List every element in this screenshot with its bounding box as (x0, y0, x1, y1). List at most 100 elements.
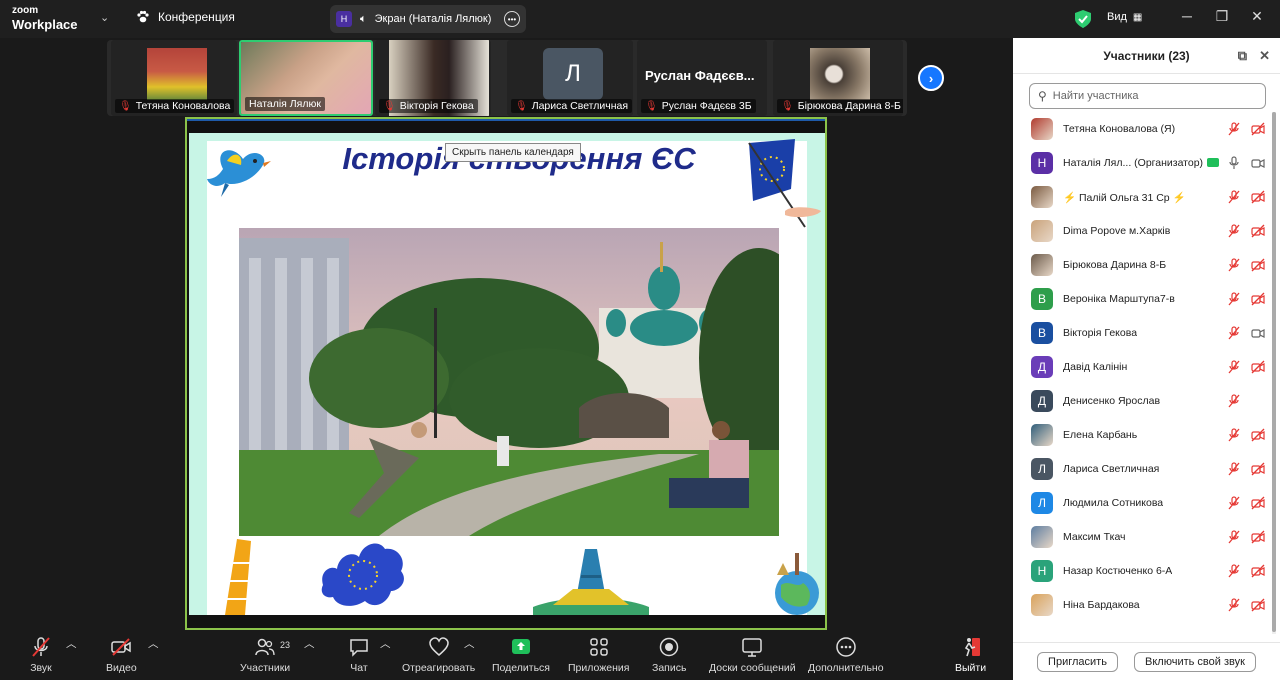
video-icon[interactable] (1251, 326, 1265, 340)
record-button[interactable]: Запись (652, 636, 686, 674)
meeting-info[interactable]: Конференция (136, 10, 235, 24)
video-off-icon[interactable] (1251, 122, 1265, 136)
mic-muted-icon[interactable] (1227, 258, 1241, 272)
participant-row[interactable]: Н Наталія Лял... (Организатор) (1013, 146, 1273, 180)
avatar (1031, 118, 1053, 140)
video-off-icon[interactable] (1251, 564, 1265, 578)
invite-button[interactable]: Пригласить (1037, 651, 1118, 672)
panel-footer: Пригласить Включить свой звук (1013, 642, 1280, 680)
mic-icon[interactable] (1227, 156, 1241, 170)
scrollbar-thumb[interactable] (1272, 112, 1276, 632)
participant-row[interactable]: Бірюкова Дарина 8-Б (1013, 248, 1273, 282)
video-off-icon[interactable] (1251, 428, 1265, 442)
react-label: Отреагировать (402, 662, 476, 674)
participant-row[interactable]: Н Назар Костюченко 6-А (1013, 554, 1273, 588)
participant-row[interactable]: Л Людмила Сотникова (1013, 486, 1273, 520)
mic-muted-icon[interactable] (1227, 122, 1241, 136)
video-tile[interactable]: 🎙︎ Тетяна Коновалова (111, 40, 237, 116)
mic-muted-icon[interactable] (1227, 564, 1241, 578)
video-off-icon[interactable] (1251, 462, 1265, 476)
video-tile-active[interactable]: Наталія Лялюк (239, 40, 373, 116)
audio-button[interactable]: Звук (30, 636, 52, 674)
screen-share-indicator[interactable]: Н 🔈︎ Экран (Наталія Лялюк) ••• (330, 5, 526, 33)
shield-check-icon[interactable] (1075, 10, 1091, 28)
close-icon[interactable]: ✕ (1242, 8, 1272, 25)
tile-name: Руслан Фадєєв 3Б (661, 100, 752, 112)
tile-caption: 🎙︎ Руслан Фадєєв 3Б (641, 99, 756, 113)
video-off-icon[interactable] (1251, 598, 1265, 612)
tile-name: Бірюкова Дарина 8-Б (797, 100, 901, 112)
participant-row[interactable]: В Вікторія Гекова (1013, 316, 1273, 350)
video-icon[interactable] (1251, 156, 1265, 170)
participant-row[interactable]: Д Давід Калінін (1013, 350, 1273, 384)
avatar (1031, 526, 1053, 548)
participant-row[interactable]: В Вероніка Марштупа7-в (1013, 282, 1273, 316)
participant-row[interactable]: Максим Ткач (1013, 520, 1273, 554)
video-tile[interactable]: Л 🎙︎ Лариса Светличная (507, 40, 633, 116)
minimize-icon[interactable]: ─ (1172, 8, 1202, 24)
unmute-me-button[interactable]: Включить свой звук (1134, 651, 1256, 672)
video-off-icon[interactable] (1251, 496, 1265, 510)
view-menu[interactable]: Вид ▦ (1107, 11, 1142, 23)
video-tile[interactable]: 🎙︎ Бірюкова Дарина 8-Б (773, 40, 903, 116)
chat-button[interactable]: Чат (348, 636, 370, 674)
participant-row[interactable]: Dima Popove м.Харків (1013, 214, 1273, 248)
mic-muted-icon[interactable] (1227, 326, 1241, 340)
participant-row[interactable]: Д Денисенко Ярослав (1013, 384, 1273, 418)
mic-muted-icon[interactable] (1227, 190, 1241, 204)
mic-muted-icon[interactable] (1227, 496, 1241, 510)
participant-name: Максим Ткач (1063, 531, 1126, 543)
mic-muted-icon[interactable] (1227, 598, 1241, 612)
mic-muted-icon[interactable] (1227, 360, 1241, 374)
mic-muted-icon[interactable] (1227, 428, 1241, 442)
react-options-chevron-icon[interactable]: ︿ (464, 636, 475, 651)
tooltip: Скрыть панель календаря (445, 143, 581, 162)
video-off-icon[interactable] (1251, 258, 1265, 272)
zoom-logo[interactable]: zoom Workplace (12, 6, 78, 32)
participant-row[interactable]: Ніна Бардакова (1013, 588, 1273, 622)
leave-button[interactable]: Выйти (955, 636, 986, 674)
whiteboards-button[interactable]: Доски сообщений (709, 636, 796, 674)
participant-search[interactable]: ⚲ (1029, 83, 1266, 109)
more-icon[interactable]: ••• (504, 11, 520, 27)
video-off-icon[interactable] (1251, 292, 1265, 306)
video-tile[interactable]: 🎙︎ Вікторія Гекова (375, 40, 491, 116)
video-options-chevron-icon[interactable]: ︿ (148, 636, 159, 651)
mic-muted-icon[interactable] (1227, 462, 1241, 476)
close-panel-icon[interactable]: ✕ (1259, 48, 1270, 64)
mic-muted-icon[interactable] (1227, 530, 1241, 544)
video-off-icon[interactable] (1251, 224, 1265, 238)
participants-label: Участники (240, 662, 291, 674)
participant-row[interactable]: Л Лариса Светличная (1013, 452, 1273, 486)
tile-name: Тетяна Коновалова (135, 100, 231, 112)
sharing-badge-icon (1207, 158, 1219, 167)
participant-row[interactable]: Елена Карбань (1013, 418, 1273, 452)
next-page-button[interactable]: › (918, 65, 944, 91)
participant-name: Денисенко Ярослав (1063, 395, 1161, 407)
restore-icon[interactable]: ❐ (1207, 8, 1237, 25)
pop-out-icon[interactable]: ⧉ (1238, 48, 1247, 64)
mic-muted-icon[interactable] (1227, 292, 1241, 306)
search-input[interactable] (1052, 90, 1253, 102)
mic-muted-icon[interactable] (1227, 224, 1241, 238)
scrollbar[interactable] (1272, 112, 1276, 634)
video-button[interactable]: Видео (106, 636, 137, 674)
meeting-toolbar: Звук ︿ Видео ︿ Участники 23 ︿ Чат ︿ Отре… (0, 630, 1013, 680)
avatar: Н (1031, 152, 1053, 174)
participant-row[interactable]: Тетяна Коновалова (Я) (1013, 112, 1273, 146)
video-off-icon[interactable] (1251, 530, 1265, 544)
video-tile[interactable]: Руслан Фадєєв... 🎙︎ Руслан Фадєєв 3Б (637, 40, 767, 116)
apps-button[interactable]: Приложения (568, 636, 629, 674)
video-off-icon[interactable] (1251, 190, 1265, 204)
more-button[interactable]: Дополнительно (808, 636, 884, 674)
participants-options-chevron-icon[interactable]: ︿ (304, 636, 315, 651)
mic-muted-icon: 🎙︎ (383, 100, 396, 112)
participant-row[interactable]: ⚡ Палій Ольга 31 Ср ⚡ (1013, 180, 1273, 214)
video-off-icon[interactable] (1251, 360, 1265, 374)
chat-options-chevron-icon[interactable]: ︿ (380, 636, 391, 651)
audio-options-chevron-icon[interactable]: ︿ (66, 636, 77, 651)
mic-muted-icon[interactable] (1227, 394, 1241, 408)
share-button[interactable]: Поделиться (492, 636, 550, 674)
avatar (1031, 254, 1053, 276)
chevron-down-icon[interactable]: ⌄ (100, 11, 109, 24)
